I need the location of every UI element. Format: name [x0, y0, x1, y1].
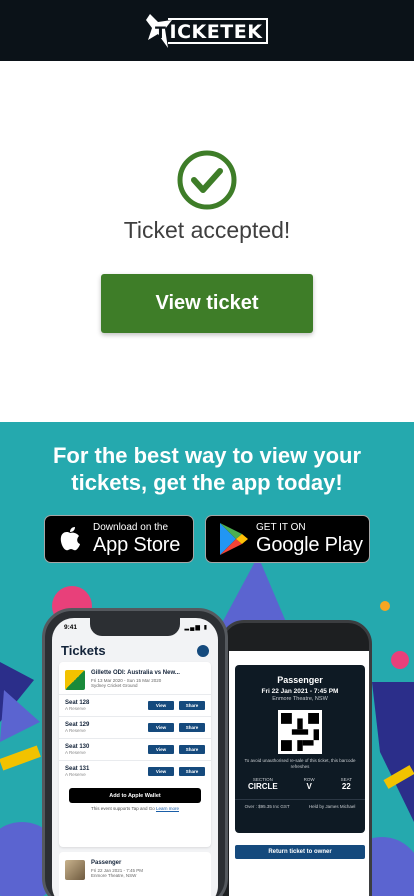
event-venue: Sydney Cricket Ground	[91, 683, 138, 688]
view-seat-button: View	[148, 723, 174, 732]
logo-text: ICKETEK	[167, 17, 269, 44]
avatar-icon	[197, 645, 209, 657]
section-value: CIRCLE	[247, 782, 278, 791]
seat-type: A Reserve	[65, 706, 86, 711]
event-thumbnail	[65, 860, 85, 880]
google-play-button[interactable]: GET IT ON Google Play	[205, 515, 370, 563]
tickets-title: Tickets	[61, 643, 106, 658]
event-venue: Enmore Theatre, NSW	[91, 873, 137, 878]
android-screen: Passenger Fri 22 Jan 2021 - 7:45 PM Enmo…	[229, 651, 369, 896]
ticket-event-venue: Enmore Theatre, NSW	[272, 696, 328, 702]
site-header: T ICKETEK	[0, 0, 414, 61]
seat-row: Seat 130 A Reserve View Share	[59, 738, 211, 760]
app-store-label: App Store	[93, 534, 181, 556]
event-name: Passenger	[91, 860, 122, 866]
view-ticket-button[interactable]: View ticket	[101, 274, 313, 333]
status-time: 9:41	[64, 624, 78, 631]
seat-row: Seat 131 A Reserve View Share	[59, 760, 211, 782]
iphone-screen: 9:41 ▂▄▆ ▮ Tickets Gillette ODI: Austral…	[52, 618, 218, 896]
return-ticket-button: Return ticket to owner	[235, 845, 365, 859]
ticket-holder: Held by James Michael	[308, 804, 356, 809]
google-play-icon	[220, 523, 248, 555]
check-circle-icon	[177, 150, 237, 210]
view-seat-button: View	[148, 701, 174, 710]
ticket-price: Over : $95.35 Inc GST	[244, 804, 290, 809]
event-card: Passenger Fri 22 Jan 2021 - 7:45 PM Enmo…	[59, 852, 211, 896]
barcode-note: To avoid unauthorised re-sale of this ti…	[244, 758, 356, 769]
ticketek-logo[interactable]: T ICKETEK	[145, 13, 269, 48]
svg-text:T: T	[155, 23, 166, 42]
seat-type: A Reserve	[65, 772, 86, 777]
seat-row: Seat 129 A Reserve View Share	[59, 716, 211, 738]
app-store-button[interactable]: Download on the App Store	[44, 515, 194, 563]
apple-icon	[60, 527, 80, 551]
share-seat-button: Share	[179, 723, 205, 732]
row-value: V	[306, 782, 312, 791]
seat-type: A Reserve	[65, 750, 86, 755]
ticket-event-name: Passenger	[277, 675, 323, 685]
android-phone-mockup: Passenger Fri 22 Jan 2021 - 7:45 PM Enmo…	[220, 620, 372, 896]
app-promo-section: For the best way to view your tickets, g…	[0, 422, 414, 896]
view-seat-button: View	[148, 767, 174, 776]
qr-code-icon	[281, 713, 319, 751]
learn-more-link: Learn more	[155, 806, 179, 811]
share-seat-button: Share	[179, 701, 205, 710]
seat-row: Seat 128 A Reserve View Share	[59, 694, 211, 716]
status-icons: ▂▄▆ ▮	[184, 625, 208, 631]
promo-heading: For the best way to view your tickets, g…	[52, 443, 362, 495]
seat-type: A Reserve	[65, 728, 86, 733]
ticket-accepted-section: Ticket accepted! View ticket	[0, 61, 414, 422]
google-play-small-text: GET IT ON	[256, 522, 306, 533]
page-title: Ticket accepted!	[123, 217, 291, 243]
share-seat-button: Share	[179, 745, 205, 754]
event-thumbnail	[65, 670, 85, 690]
add-to-apple-wallet-button: Add to Apple Wallet	[69, 788, 201, 803]
google-play-label: Google Play	[256, 534, 363, 556]
seat-value: 22	[341, 782, 351, 791]
qr-code	[278, 710, 322, 754]
wallet-note: This event supports Tap and Go Learn mor…	[59, 806, 211, 811]
wallet-note-text: This event supports Tap and Go	[91, 806, 155, 811]
app-store-small-text: Download on the	[93, 522, 169, 533]
iphone-mockup: 9:41 ▂▄▆ ▮ Tickets Gillette ODI: Austral…	[42, 608, 228, 896]
event-card: Gillette ODI: Australia vs New... Fri 13…	[59, 662, 211, 847]
phone-notch	[90, 618, 180, 636]
ticket-event-date: Fri 22 Jan 2021 - 7:45 PM	[261, 688, 339, 695]
mobile-ticket: Passenger Fri 22 Jan 2021 - 7:45 PM Enmo…	[235, 665, 365, 833]
view-seat-button: View	[148, 745, 174, 754]
event-name: Gillette ODI: Australia vs New...	[91, 670, 180, 676]
share-seat-button: Share	[179, 767, 205, 776]
